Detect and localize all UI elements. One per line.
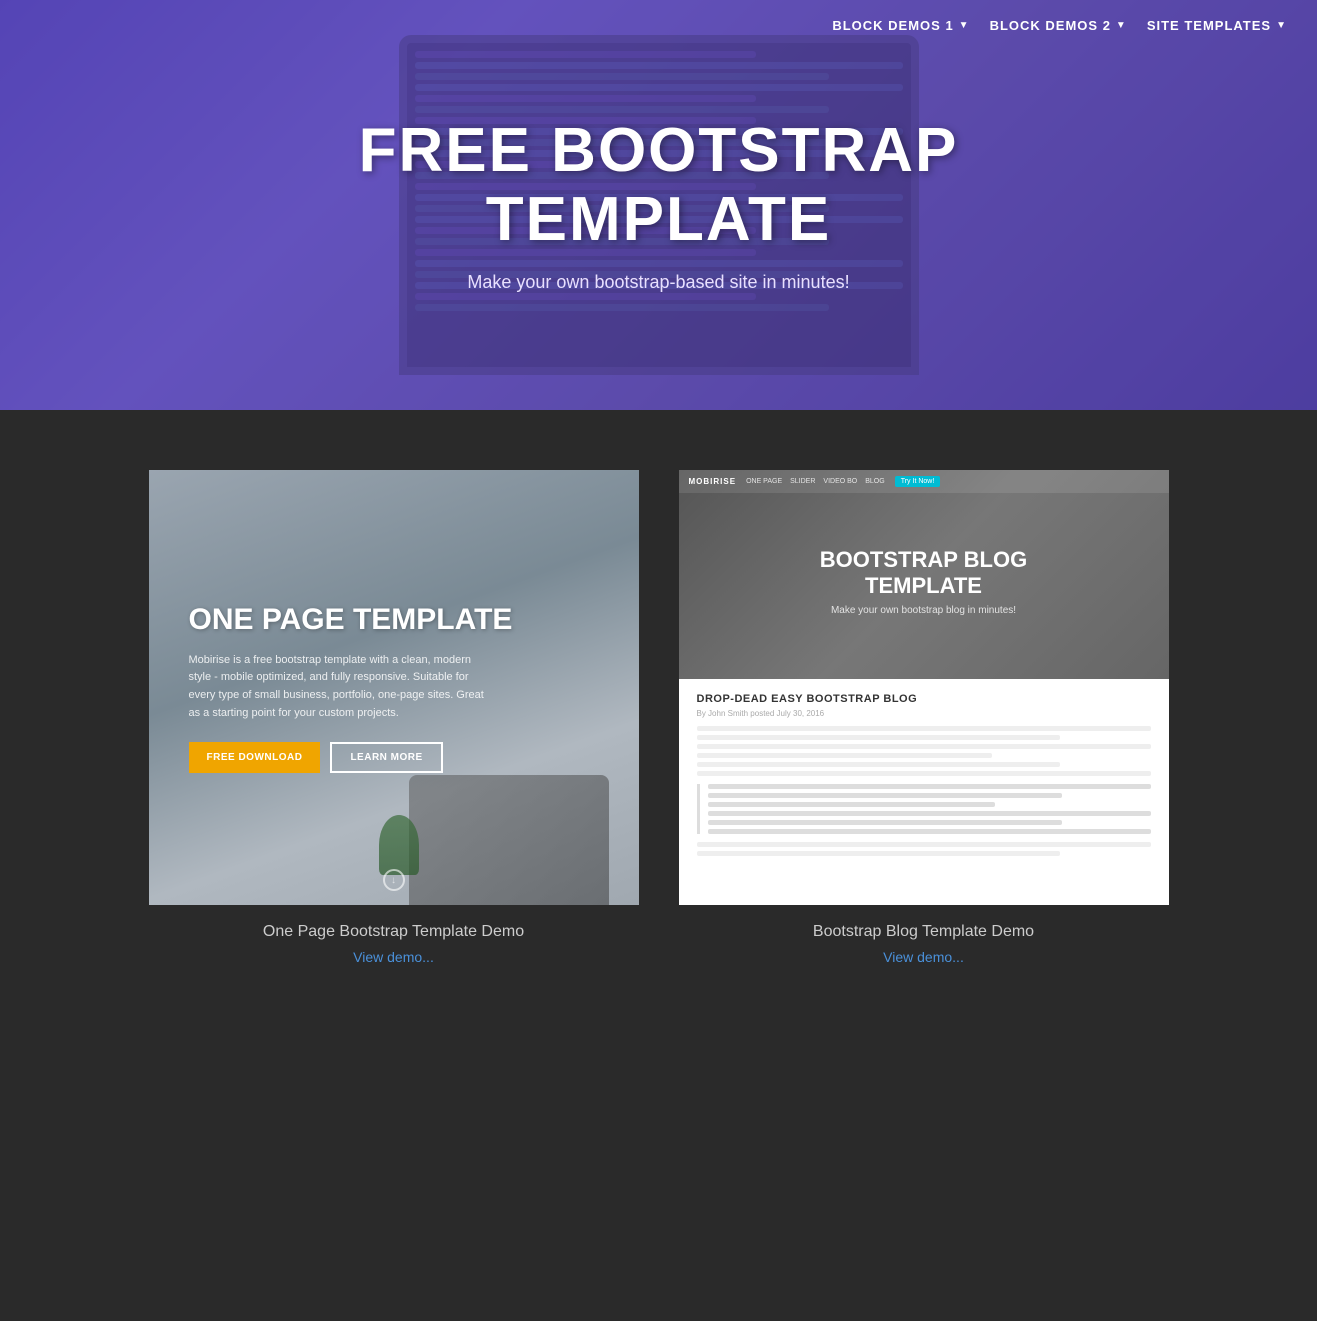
quote-line-2 (708, 793, 1062, 798)
free-download-button[interactable]: FREE DOWNLOAD (189, 742, 321, 773)
hero-section: FREE BOOTSTRAPTEMPLATE Make your own boo… (0, 0, 1317, 410)
blog-post-meta: By John Smith posted July 30, 2016 (697, 709, 1151, 718)
blog-blockquote (697, 784, 1151, 834)
blog-line-1 (697, 726, 1151, 731)
card-blog-image: MOBIRISE ONE PAGE SLIDER VIDEO BO BLOG T… (679, 470, 1169, 905)
nav-block-demos-1[interactable]: BLOCK DEMOS 1 ▼ (832, 18, 969, 33)
blog-line-4 (697, 753, 992, 758)
blog-template-title: BOOTSTRAP BLOGTEMPLATE (820, 547, 1027, 600)
nav-label-block-demos-2: BLOCK DEMOS 2 (990, 18, 1111, 33)
card-one-page-title: One Page Bootstrap Template Demo (149, 923, 639, 941)
card-one-page-link[interactable]: View demo... (353, 949, 434, 965)
hero-title: FREE BOOTSTRAPTEMPLATE (359, 117, 959, 253)
card-one-page: ONE PAGE TEMPLATE Mobirise is a free boo… (149, 470, 639, 967)
one-page-heading: ONE PAGE TEMPLATE (189, 602, 599, 638)
quote-line-4 (708, 811, 1151, 816)
scroll-indicator: ↓ (383, 869, 405, 891)
blog-nav-links: ONE PAGE SLIDER VIDEO BO BLOG (746, 478, 885, 485)
blog-line-3 (697, 744, 1151, 749)
blog-line-5 (697, 762, 1060, 767)
hero-subtitle: Make your own bootstrap-based site in mi… (359, 272, 959, 293)
blog-line-2 (697, 735, 1060, 740)
card-one-page-footer: One Page Bootstrap Template Demo View de… (149, 905, 639, 967)
plant-decoration (379, 815, 419, 875)
card-bootstrap-blog: MOBIRISE ONE PAGE SLIDER VIDEO BO BLOG T… (679, 470, 1169, 967)
nav-one-page: ONE PAGE (746, 478, 782, 485)
blog-template-subtitle: Make your own bootstrap blog in minutes! (831, 605, 1016, 616)
card-one-page-image: ONE PAGE TEMPLATE Mobirise is a free boo… (149, 470, 639, 905)
main-nav: BLOCK DEMOS 1 ▼ BLOCK DEMOS 2 ▼ SITE TEM… (802, 0, 1317, 51)
card-blog-link[interactable]: View demo... (883, 949, 964, 965)
nav-try-now-button[interactable]: Try It Now! (895, 476, 941, 487)
learn-more-button[interactable]: LEARN MORE (330, 742, 442, 773)
nav-label-block-demos-1: BLOCK DEMOS 1 (832, 18, 953, 33)
quote-line-3 (708, 802, 996, 807)
cards-grid: ONE PAGE TEMPLATE Mobirise is a free boo… (80, 470, 1237, 967)
one-page-description: Mobirise is a free bootstrap template wi… (189, 652, 489, 722)
chevron-down-icon: ▼ (1116, 20, 1127, 31)
laptop-silhouette (409, 775, 609, 905)
blog-line-7 (697, 842, 1151, 847)
blog-content-preview: DROP-DEAD EASY BOOTSTRAP BLOG By John Sm… (679, 679, 1169, 905)
quote-line-6 (708, 829, 1151, 834)
nav-video-bo: VIDEO BO (823, 478, 857, 485)
blog-brand: MOBIRISE (689, 477, 737, 486)
nav-label-site-templates: SITE TEMPLATES (1147, 18, 1271, 33)
card-blog-title: Bootstrap Blog Template Demo (679, 923, 1169, 941)
one-page-buttons: FREE DOWNLOAD LEARN MORE (189, 742, 599, 773)
main-content: ONE PAGE TEMPLATE Mobirise is a free boo… (0, 410, 1317, 1047)
nav-blog: BLOG (865, 478, 884, 485)
nav-block-demos-2[interactable]: BLOCK DEMOS 2 ▼ (990, 18, 1127, 33)
card-blog-footer: Bootstrap Blog Template Demo View demo..… (679, 905, 1169, 967)
one-page-screenshot: ONE PAGE TEMPLATE Mobirise is a free boo… (149, 470, 639, 905)
nav-slider: SLIDER (790, 478, 815, 485)
nav-site-templates[interactable]: SITE TEMPLATES ▼ (1147, 18, 1287, 33)
quote-line-5 (708, 820, 1062, 825)
blog-line-6 (697, 771, 1151, 776)
blog-header: MOBIRISE ONE PAGE SLIDER VIDEO BO BLOG T… (679, 470, 1169, 679)
blog-post-title: DROP-DEAD EASY BOOTSTRAP BLOG (697, 693, 1151, 705)
blog-line-8 (697, 851, 1060, 856)
blog-mini-nav: MOBIRISE ONE PAGE SLIDER VIDEO BO BLOG T… (679, 470, 1169, 493)
quote-line-1 (708, 784, 1151, 789)
hero-content: FREE BOOTSTRAPTEMPLATE Make your own boo… (359, 117, 959, 292)
chevron-down-icon: ▼ (1276, 20, 1287, 31)
blog-screenshot: MOBIRISE ONE PAGE SLIDER VIDEO BO BLOG T… (679, 470, 1169, 905)
chevron-down-icon: ▼ (959, 20, 970, 31)
